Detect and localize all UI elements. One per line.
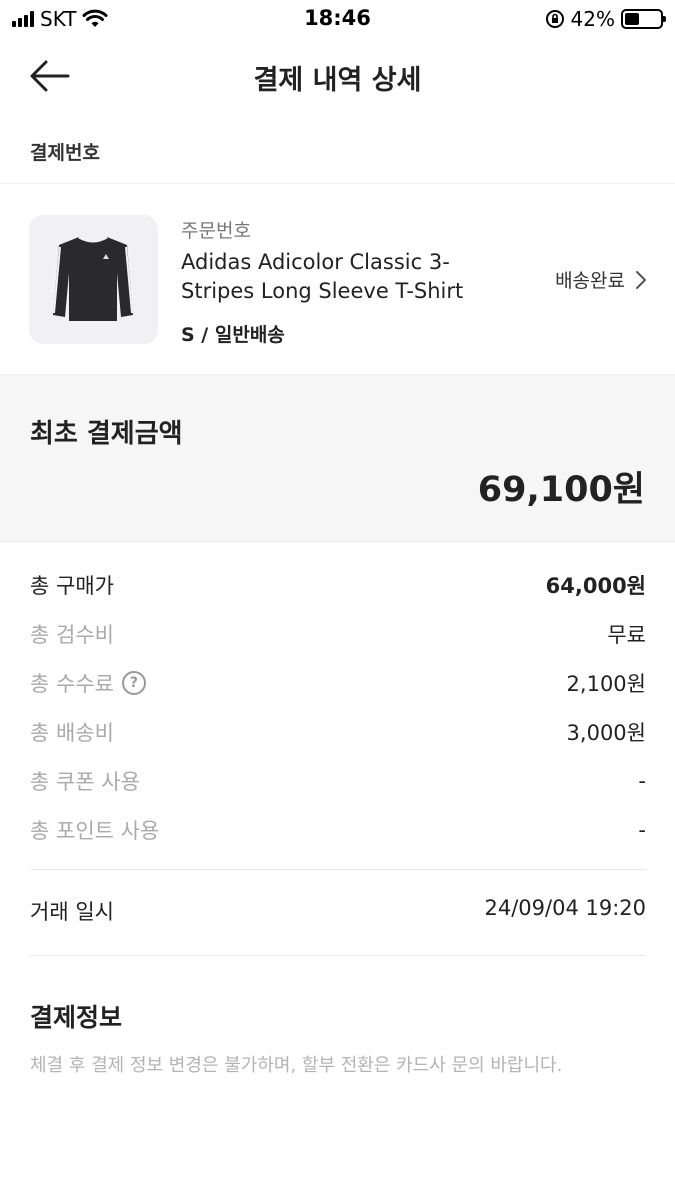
price-breakdown: 총 구매가 64,000원 총 검수비 무료 총 수수료 ? 2,100원 총 … — [30, 560, 646, 854]
product-thumbnail — [29, 215, 158, 344]
long-sleeve-tshirt-image — [50, 235, 136, 321]
product-option: S / 일반배송 — [181, 324, 285, 346]
product-name-line1: Adidas Adicolor Classic 3- — [181, 250, 450, 274]
product-name: Adidas Adicolor Classic 3- Stripes Long … — [181, 248, 501, 306]
breakdown-label: 총 배송비 — [30, 720, 114, 745]
total-payment-section: 최초 결제금액 69,100원 — [0, 374, 675, 542]
breakdown-label: 총 검수비 — [30, 622, 114, 647]
breakdown-row: 총 수수료 ? 2,100원 — [30, 658, 646, 707]
breakdown-value: 3,000원 — [566, 720, 646, 745]
breakdown-label: 총 수수료 — [30, 671, 114, 696]
breakdown-row: 총 검수비 무료 — [30, 609, 646, 658]
page-title: 결제 내역 상세 — [253, 65, 422, 96]
breakdown-value: 무료 — [607, 622, 646, 647]
transaction-date-value: 24/09/04 19:20 — [484, 896, 646, 920]
breakdown-label: 총 포인트 사용 — [30, 818, 160, 843]
total-payment-amount: 69,100원 — [477, 470, 645, 510]
breakdown-label-wrap: 총 수수료 ? — [30, 668, 146, 698]
shipping-status-label: 배송완료 — [555, 270, 625, 292]
breakdown-label: 총 쿠폰 사용 — [30, 769, 140, 794]
battery-percent: 42% — [570, 7, 615, 31]
chevron-right-icon — [636, 270, 646, 289]
order-product-card[interactable]: 주문번호 Adidas Adicolor Classic 3- Stripes … — [0, 184, 675, 374]
breakdown-value: - — [638, 817, 646, 842]
breakdown-value: 2,100원 — [566, 671, 646, 696]
breakdown-row: 총 구매가 64,000원 — [30, 560, 646, 609]
shipping-status-link[interactable]: 배송완료 — [555, 266, 647, 293]
divider — [30, 955, 646, 956]
payment-number-label: 결제번호 — [30, 142, 100, 164]
breakdown-value: - — [638, 768, 646, 793]
payment-info-title: 결제정보 — [30, 1003, 123, 1032]
divider — [30, 869, 646, 870]
status-bar: SKT 18:46 42% — [0, 0, 675, 38]
top-header: 결제 내역 상세 — [0, 40, 675, 110]
breakdown-label: 총 구매가 — [30, 573, 114, 598]
breakdown-row: 총 배송비 3,000원 — [30, 707, 646, 756]
status-right: 42% — [545, 7, 666, 31]
battery-icon — [621, 9, 666, 29]
product-name-line2: Stripes Long Sleeve T-Shirt — [181, 279, 464, 303]
total-payment-label: 최초 결제금액 — [30, 419, 183, 449]
transaction-date-row: 거래 일시 24/09/04 19:20 — [30, 896, 646, 926]
battery-fill — [625, 13, 640, 25]
order-number-label: 주문번호 — [181, 220, 251, 242]
question-circle-icon[interactable]: ? — [121, 670, 146, 695]
breakdown-row: 총 포인트 사용 - — [30, 805, 646, 854]
transaction-date-label: 거래 일시 — [30, 900, 114, 924]
orientation-lock-icon — [545, 10, 564, 28]
payment-info-note: 체결 후 결제 정보 변경은 불가하며, 할부 전환은 카드사 문의 바랍니다. — [30, 1055, 563, 1076]
breakdown-row: 총 쿠폰 사용 - — [30, 756, 646, 805]
breakdown-value: 64,000원 — [545, 573, 646, 598]
